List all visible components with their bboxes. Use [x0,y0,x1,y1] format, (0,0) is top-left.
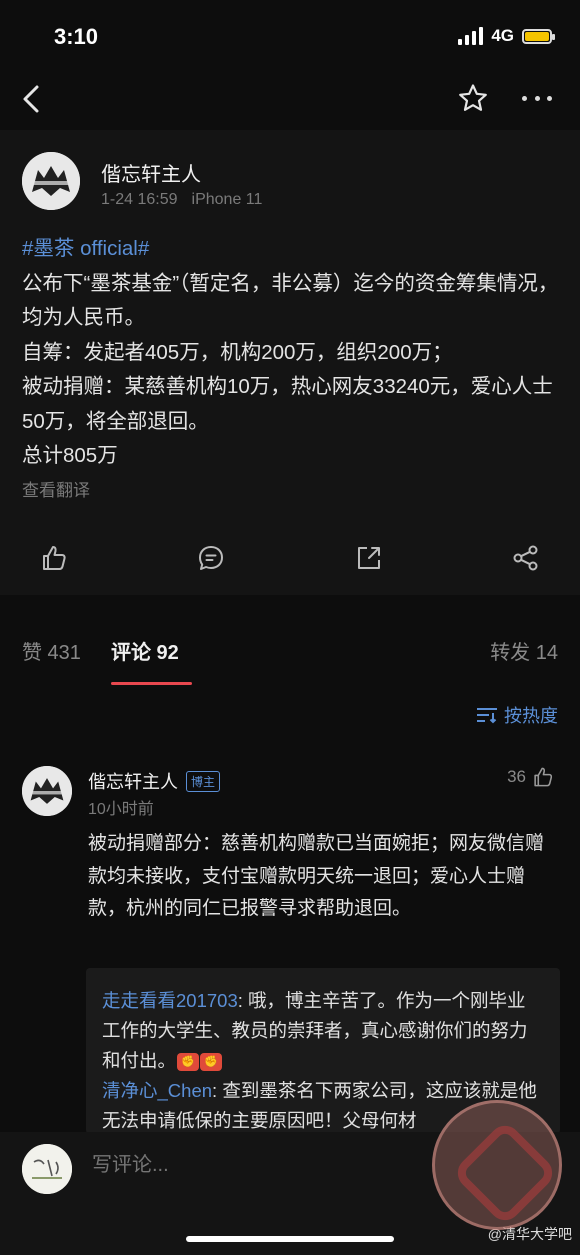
more-icon[interactable] [522,96,552,102]
like-icon[interactable] [40,544,68,572]
status-time: 3:10 [54,24,99,49]
commenter-name-text: 偕忘轩主人 [88,772,178,792]
post-card: 偕忘轩主人 1-24 16:59 iPhone 11 #墨茶 official# … [0,130,580,595]
home-indicator[interactable] [186,1236,394,1242]
comment-time: 10小时前 [88,801,154,818]
post-line: 自筹：发起者405万，机构200万，组织200万； [22,340,453,364]
commenter-name[interactable]: 偕忘轩主人 博主 [88,768,221,794]
post-device: iPhone 11 [191,191,263,208]
post-line: 总计805万 [22,444,118,467]
emoji-icon: ✊ [200,1053,223,1072]
comment-body: 被动捐赠部分：慈善机构赠款已当面婉拒；网友微信赠款均未接收，支付宝赠款明天统一退… [88,833,545,919]
detail-tabs: 赞 431 评论 92 转发 14 [0,610,580,690]
comment-icon[interactable] [197,544,225,572]
post-actions [0,538,580,578]
reply-colon: : [212,1080,223,1101]
repost-icon[interactable] [355,544,383,572]
wolf-logo-icon [22,766,72,816]
post-date: 1-24 16:59 [101,191,178,208]
reply-colon: : [237,990,249,1011]
emoji-icon: ✊ [177,1053,200,1072]
signal-icon [458,27,484,45]
sort-icon [477,708,497,724]
comment-like-button[interactable]: 36 [507,766,554,788]
tab-reposts[interactable]: 转发 14 [490,636,558,665]
calligraphy-avatar-icon [22,1144,72,1194]
nav-bar [0,70,580,130]
author-badge: 博主 [186,770,221,792]
comment-like-count: 36 [507,767,526,786]
post-line: 公布下“墨茶基金”（暂定名，非公募）迄今的资金筹集情况，均为人民币。 [22,271,559,330]
share-icon[interactable] [512,544,540,572]
sort-label: 按热度 [504,706,558,726]
wolf-logo-icon [22,152,80,210]
seal-logo-icon [432,1100,562,1230]
post-line: 被动捐赠：某慈善机构10万，热心网友33240元，爱心人士50万，将全部退回。 [22,375,553,433]
post-meta: 1-24 16:59 iPhone 11 [101,191,262,209]
translate-link[interactable]: 查看翻译 [22,476,90,501]
reply-author[interactable]: 清净心_Chen [102,1080,212,1101]
network-type: 4G [491,26,514,45]
comment-input[interactable] [92,1154,392,1177]
battery-icon [522,28,555,44]
star-icon[interactable] [458,83,488,113]
back-icon[interactable] [20,84,44,114]
tab-comments[interactable]: 评论 92 [111,636,179,665]
status-indicators: 4G [458,26,555,46]
reply-author[interactable]: 走走看看201703 [102,990,238,1011]
like-icon [534,767,553,787]
tab-indicator [111,682,192,685]
reply-item: 走走看看201703: 哦，博主辛苦了。作为一个刚毕业工作的大学生、教员的崇拜者… [102,986,544,1076]
author-avatar[interactable] [22,152,80,210]
tab-likes[interactable]: 赞 431 [22,636,81,665]
commenter-avatar[interactable] [22,766,72,816]
sort-button[interactable]: 按热度 [476,702,558,728]
post-body: #墨茶 official# 公布下“墨茶基金”（暂定名，非公募）迄今的资金筹集情… [22,232,562,474]
my-avatar[interactable] [22,1144,72,1194]
post-hashtag[interactable]: #墨茶 official# [22,232,562,267]
author-name[interactable]: 偕忘轩主人 [101,158,201,187]
status-bar: 3:10 4G [0,0,580,70]
